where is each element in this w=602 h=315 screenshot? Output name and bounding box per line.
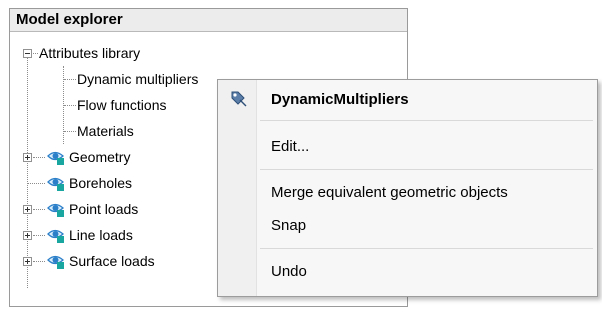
menu-separator bbox=[260, 248, 593, 249]
eye-icon[interactable] bbox=[47, 226, 65, 244]
tree-item-label: Boreholes bbox=[69, 175, 133, 191]
tree-item-dynamic-multipliers[interactable]: Dynamic multipliers bbox=[10, 66, 220, 92]
tree-connector bbox=[33, 53, 38, 55]
tree-item-label: Geometry bbox=[69, 149, 131, 165]
expand-icon[interactable] bbox=[23, 257, 32, 266]
tree-item-materials[interactable]: Materials bbox=[10, 118, 220, 144]
menu-icon-gutter bbox=[218, 80, 257, 296]
eye-icon[interactable] bbox=[47, 252, 65, 270]
tree-item-surface-loads[interactable]: Surface loads bbox=[10, 248, 220, 274]
tree-connector bbox=[64, 105, 76, 107]
tree-item-line-loads[interactable]: Line loads bbox=[10, 222, 220, 248]
context-menu: DynamicMultipliers Edit... Merge equival… bbox=[217, 79, 598, 297]
eye-icon[interactable] bbox=[47, 148, 65, 166]
tree-item-point-loads[interactable]: Point loads bbox=[10, 196, 220, 222]
tree-item-geometry[interactable]: Geometry bbox=[10, 144, 220, 170]
tree-item-label: Point loads bbox=[69, 201, 139, 217]
tree-connector bbox=[33, 235, 45, 237]
menu-separator bbox=[260, 169, 593, 170]
expand-icon[interactable] bbox=[23, 231, 32, 240]
tree-connector bbox=[64, 131, 76, 133]
tree-connector bbox=[28, 183, 45, 185]
menu-item-snap[interactable]: Snap bbox=[271, 216, 306, 236]
tree-item-label: Flow functions bbox=[77, 97, 167, 113]
tree-item-label: Surface loads bbox=[69, 253, 155, 269]
tree-item-label: Materials bbox=[77, 123, 134, 139]
eye-icon[interactable] bbox=[47, 200, 65, 218]
multiplier-icon bbox=[231, 91, 247, 107]
menu-separator bbox=[260, 120, 593, 121]
tree-item-label: Attributes library bbox=[39, 45, 141, 61]
eye-icon[interactable] bbox=[47, 174, 65, 192]
tree-item-attributes-library[interactable]: Attributes library bbox=[10, 40, 408, 66]
tree-item-label: Line loads bbox=[69, 227, 133, 243]
tree-connector bbox=[33, 209, 45, 211]
tree-connector bbox=[33, 157, 45, 159]
tree-item-boreholes[interactable]: Boreholes bbox=[10, 170, 220, 196]
expand-icon[interactable] bbox=[23, 205, 32, 214]
tree-item-label: Dynamic multipliers bbox=[77, 71, 199, 87]
tree-item-flow-functions[interactable]: Flow functions bbox=[10, 92, 220, 118]
collapse-icon[interactable] bbox=[23, 49, 32, 58]
menu-item-undo[interactable]: Undo bbox=[271, 262, 307, 282]
expand-icon[interactable] bbox=[23, 153, 32, 162]
panel-title: Model explorer bbox=[10, 9, 407, 32]
tree-connector bbox=[64, 79, 76, 81]
menu-item-merge-equivalent[interactable]: Merge equivalent geometric objects bbox=[271, 183, 508, 203]
tree-connector bbox=[33, 261, 45, 263]
menu-title: DynamicMultipliers bbox=[271, 91, 409, 108]
menu-item-edit[interactable]: Edit... bbox=[271, 137, 309, 157]
